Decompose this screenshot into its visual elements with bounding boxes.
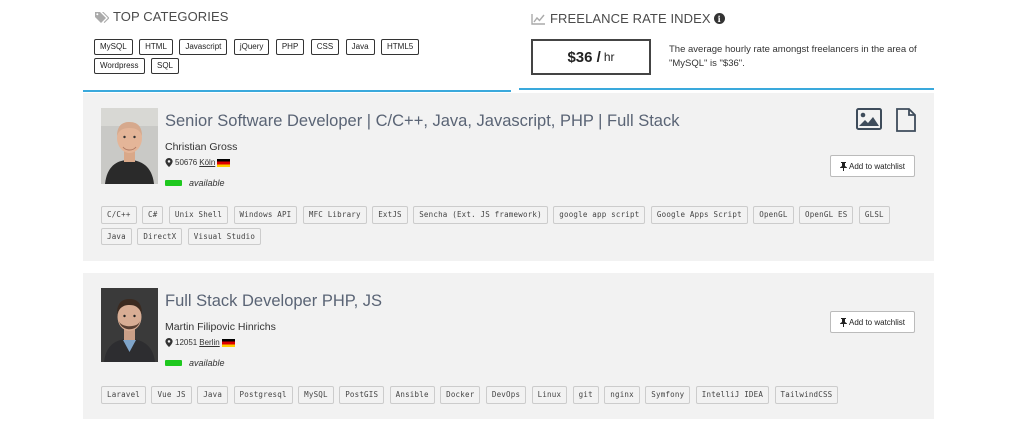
- skill-tag[interactable]: IntelliJ IDEA: [695, 386, 770, 404]
- top-categories-section: TOP CATEGORIES MySQL HTML Javascript jQu…: [94, 9, 509, 77]
- category-tag-html[interactable]: HTML: [139, 39, 173, 55]
- job-title[interactable]: Senior Software Developer | C/C++, Java,…: [165, 112, 679, 131]
- rate-unit: hr: [603, 50, 615, 64]
- top-categories-divider: [83, 90, 511, 92]
- skill-tag[interactable]: Linux: [531, 386, 568, 404]
- skill-tag[interactable]: Windows API: [233, 206, 298, 224]
- skill-tag[interactable]: Laravel: [101, 386, 147, 404]
- skill-tag[interactable]: Ansible: [389, 386, 435, 404]
- image-icon[interactable]: [856, 108, 882, 130]
- location-zip: 12051: [175, 338, 198, 347]
- germany-flag-icon: [221, 338, 235, 347]
- add-to-watchlist-button[interactable]: Add to watchlist: [830, 155, 915, 177]
- top-categories-heading: TOP CATEGORIES: [94, 9, 509, 24]
- skill-tag[interactable]: C#: [142, 206, 164, 224]
- document-icon[interactable]: [896, 108, 916, 132]
- thumbtack-icon: [839, 317, 847, 327]
- freelancer-name[interactable]: Christian Gross: [165, 141, 237, 153]
- skill-tag[interactable]: MFC Library: [302, 206, 367, 224]
- line-chart-icon: [531, 13, 545, 25]
- category-tag-html5[interactable]: HTML5: [381, 39, 420, 55]
- location-zip: 50676: [175, 158, 198, 167]
- availability-indicator: [165, 360, 182, 366]
- category-tag-sql[interactable]: SQL: [150, 58, 179, 74]
- skill-tag-list: Laravel Vue JS Java Postgresql MySQL Pos…: [101, 386, 921, 408]
- location: 50676 Köln: [165, 158, 231, 167]
- category-tag-javascript[interactable]: Javascript: [179, 39, 228, 55]
- category-tag-jquery[interactable]: jQuery: [233, 39, 270, 55]
- skill-tag[interactable]: git: [572, 386, 599, 404]
- category-tag-java[interactable]: Java: [345, 39, 375, 55]
- thumbtack-icon: [839, 161, 847, 171]
- rate-value-box: $36 / hr: [531, 39, 651, 75]
- rate-amount: $36 /: [567, 48, 601, 66]
- location-city-link[interactable]: Berlin: [199, 338, 219, 347]
- freelancer-name[interactable]: Martin Filipovic Hinrichs: [165, 321, 276, 333]
- skill-tag[interactable]: Unix Shell: [168, 206, 229, 224]
- job-title[interactable]: Full Stack Developer PHP, JS: [165, 292, 382, 311]
- availability-indicator: [165, 180, 182, 186]
- avatar[interactable]: [101, 108, 158, 184]
- skill-tag[interactable]: Postgresql: [233, 386, 293, 404]
- skill-tag[interactable]: Java: [101, 227, 132, 245]
- tags-icon: [95, 11, 109, 23]
- category-tag-mysql[interactable]: MySQL: [94, 39, 133, 55]
- category-tag-wordpress[interactable]: Wordpress: [94, 58, 145, 74]
- skill-tag[interactable]: Sencha (Ext. JS framework): [413, 206, 548, 224]
- availability: available: [165, 178, 225, 188]
- skill-tag[interactable]: DevOps: [485, 386, 527, 404]
- skill-tag[interactable]: ExtJS: [372, 206, 408, 224]
- freelancer-card: Full Stack Developer PHP, JS Martin Fili…: [83, 273, 934, 419]
- freelancer-card: Senior Software Developer | C/C++, Java,…: [83, 93, 934, 261]
- skill-tag[interactable]: Java: [197, 386, 229, 404]
- map-pin-icon: [165, 158, 173, 167]
- rate-index-title: FREELANCE RATE INDEX: [550, 11, 711, 26]
- skill-tag[interactable]: google app script: [553, 206, 646, 224]
- skill-tag[interactable]: OpenGL: [753, 206, 794, 224]
- skill-tag[interactable]: C/C++: [101, 206, 137, 224]
- skill-tag[interactable]: Visual Studio: [187, 227, 262, 245]
- rate-description-line1: The average hourly rate amongst freelanc…: [669, 44, 917, 55]
- skill-tag[interactable]: Symfony: [645, 386, 691, 404]
- skill-tag[interactable]: GLSL: [858, 206, 890, 224]
- add-to-watchlist-label: Add to watchlist: [848, 317, 906, 327]
- category-tag-css[interactable]: CSS: [310, 39, 340, 55]
- category-tag-php[interactable]: PHP: [275, 39, 305, 55]
- info-circle-icon[interactable]: i: [713, 13, 725, 24]
- skill-tag[interactable]: Docker: [440, 386, 481, 404]
- media-icons: [856, 108, 916, 132]
- rate-index-section: FREELANCE RATE INDEX i $36 / hr The aver…: [519, 0, 934, 90]
- map-pin-icon: [165, 338, 173, 347]
- rate-index-divider: [519, 88, 934, 90]
- add-to-watchlist-label: Add to watchlist: [848, 161, 906, 171]
- rate-description-line2: "MySQL" is "$36".: [669, 58, 745, 69]
- skill-tag[interactable]: Google Apps Script: [650, 206, 748, 224]
- rate-index-heading: FREELANCE RATE INDEX i: [531, 11, 725, 26]
- top-categories-title: TOP CATEGORIES: [113, 9, 229, 24]
- availability-label: available: [189, 178, 225, 188]
- skill-tag[interactable]: Vue JS: [151, 386, 192, 404]
- avatar[interactable]: [101, 288, 158, 362]
- skill-tag[interactable]: nginx: [604, 386, 640, 404]
- category-tag-list: MySQL HTML Javascript jQuery PHP CSS Jav…: [94, 39, 454, 77]
- location-city-link[interactable]: Köln: [199, 158, 215, 167]
- availability-label: available: [189, 358, 225, 368]
- germany-flag-icon: [217, 158, 231, 167]
- skill-tag[interactable]: TailwindCSS: [774, 386, 839, 404]
- add-to-watchlist-button[interactable]: Add to watchlist: [830, 311, 915, 333]
- skill-tag[interactable]: MySQL: [298, 386, 334, 404]
- skill-tag[interactable]: DirectX: [137, 227, 183, 245]
- skill-tag-list: C/C++ C# Unix Shell Windows API MFC Libr…: [101, 206, 921, 249]
- rate-description: The average hourly rate amongst freelanc…: [669, 43, 929, 71]
- skill-tag[interactable]: OpenGL ES: [799, 206, 854, 224]
- availability: available: [165, 358, 225, 368]
- location: 12051 Berlin: [165, 338, 235, 347]
- skill-tag[interactable]: PostGIS: [339, 386, 385, 404]
